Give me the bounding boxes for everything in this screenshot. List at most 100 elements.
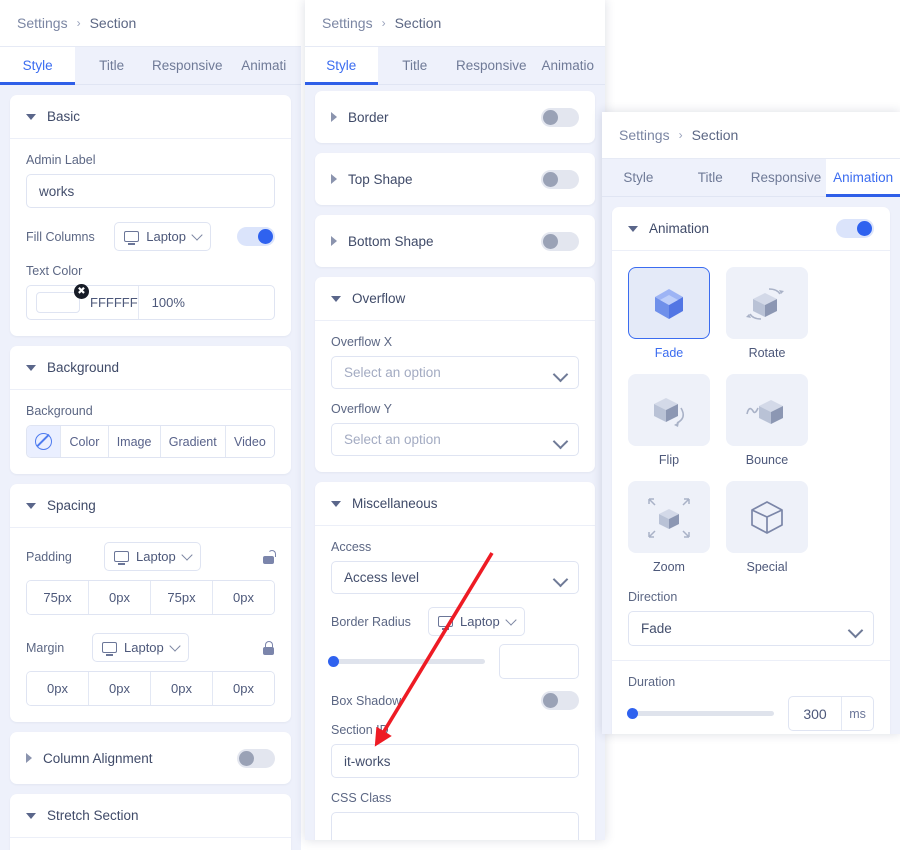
animation-preset-zoom[interactable]: Zoom bbox=[628, 481, 710, 574]
box-shadow-toggle[interactable] bbox=[541, 691, 579, 710]
section-basic-header[interactable]: Basic bbox=[10, 95, 291, 139]
tab-title[interactable]: Title bbox=[378, 47, 452, 84]
tab-responsive[interactable]: Responsive bbox=[452, 47, 531, 84]
padding-left-input[interactable]: 0px bbox=[213, 581, 274, 614]
section-id-input[interactable]: it-works bbox=[331, 744, 579, 778]
chevron-down-icon[interactable] bbox=[26, 364, 36, 371]
background-option-color[interactable]: Color bbox=[61, 426, 109, 457]
chevron-down-icon[interactable] bbox=[26, 113, 36, 120]
animation-toggle[interactable] bbox=[836, 219, 874, 238]
tab-title[interactable]: Title bbox=[675, 159, 746, 196]
background-option-gradient[interactable]: Gradient bbox=[160, 426, 226, 457]
animation-preset-rotate[interactable]: Rotate bbox=[726, 267, 808, 360]
duration-slider[interactable] bbox=[627, 707, 774, 721]
section-miscellaneous-header[interactable]: Miscellaneous bbox=[315, 482, 595, 526]
section-stretch-section-header[interactable]: Stretch Section bbox=[10, 794, 291, 838]
tab-animation[interactable]: Animati bbox=[227, 47, 301, 84]
border-radius-slider[interactable] bbox=[328, 655, 485, 669]
animation-preset-special[interactable]: Special bbox=[726, 481, 808, 574]
fill-columns-device-select[interactable]: Laptop bbox=[114, 222, 211, 251]
chevron-down-icon[interactable] bbox=[331, 500, 341, 507]
chevron-right-icon[interactable] bbox=[26, 753, 32, 763]
section-animation-header[interactable]: Animation bbox=[612, 207, 890, 251]
margin-right-input[interactable]: 0px bbox=[89, 672, 151, 705]
settings-scroll-area[interactable]: Animation Fade Rotate Flip Bounce Zoom S… bbox=[602, 197, 900, 734]
bottom-shape-toggle[interactable] bbox=[541, 231, 579, 251]
border-radius-device-select[interactable]: Laptop bbox=[428, 607, 525, 636]
padding-device-select[interactable]: Laptop bbox=[104, 542, 201, 571]
cube-rotate-icon[interactable] bbox=[726, 267, 808, 339]
margin-device-select[interactable]: Laptop bbox=[92, 633, 189, 662]
text-color-hex-value[interactable]: FFFFFF bbox=[90, 295, 138, 310]
animation-preset-flip[interactable]: Flip bbox=[628, 374, 710, 467]
chevron-down-icon[interactable] bbox=[331, 295, 341, 302]
breadcrumb-leaf[interactable]: Section bbox=[395, 15, 442, 31]
overflow-y-select[interactable]: Select an option bbox=[331, 423, 579, 456]
slider-thumb[interactable] bbox=[627, 708, 638, 719]
tab-animation[interactable]: Animatio bbox=[531, 47, 605, 84]
section-top-shape-header[interactable]: Top Shape bbox=[315, 153, 595, 205]
breadcrumb-leaf[interactable]: Section bbox=[90, 15, 137, 31]
background-option-video[interactable]: Video bbox=[225, 426, 274, 457]
animation-preset-bounce[interactable]: Bounce bbox=[726, 374, 808, 467]
settings-scroll-area[interactable]: Basic Admin Label works Fill Columns Lap… bbox=[0, 85, 301, 850]
margin-bottom-input[interactable]: 0px bbox=[151, 672, 213, 705]
direction-select[interactable]: Fade bbox=[628, 611, 874, 646]
breadcrumb-root[interactable]: Settings bbox=[619, 127, 670, 143]
chevron-down-icon[interactable] bbox=[26, 502, 36, 509]
slider-thumb[interactable] bbox=[328, 656, 339, 667]
text-color-opacity-value[interactable]: 100% bbox=[139, 286, 274, 319]
tab-title[interactable]: Title bbox=[75, 47, 148, 84]
overflow-x-select[interactable]: Select an option bbox=[331, 356, 579, 389]
breadcrumb-root[interactable]: Settings bbox=[322, 15, 373, 31]
margin-left-input[interactable]: 0px bbox=[213, 672, 274, 705]
section-column-alignment-header[interactable]: Column Alignment bbox=[10, 732, 291, 784]
tab-style[interactable]: Style bbox=[0, 47, 76, 85]
section-spacing-header[interactable]: Spacing bbox=[10, 484, 291, 528]
section-background-header[interactable]: Background bbox=[10, 346, 291, 390]
border-radius-input[interactable] bbox=[498, 644, 579, 679]
tab-style[interactable]: Style bbox=[305, 47, 378, 85]
color-swatch[interactable]: ✖ bbox=[36, 284, 89, 313]
css-class-input[interactable] bbox=[331, 812, 579, 840]
tab-responsive[interactable]: Responsive bbox=[746, 159, 826, 196]
breadcrumb-leaf[interactable]: Section bbox=[692, 127, 739, 143]
cube-bounce-icon[interactable] bbox=[726, 374, 808, 446]
animation-preset-fade[interactable]: Fade bbox=[628, 267, 710, 360]
cube-special-icon[interactable] bbox=[726, 481, 808, 553]
cube-flip-icon[interactable] bbox=[628, 374, 710, 446]
slider-track bbox=[628, 711, 774, 716]
chevron-down-icon[interactable] bbox=[26, 812, 36, 819]
chevron-right-icon[interactable] bbox=[331, 174, 337, 184]
section-overflow-header[interactable]: Overflow bbox=[315, 277, 595, 321]
clear-color-icon[interactable]: ✖ bbox=[74, 284, 89, 299]
cube-zoom-icon[interactable] bbox=[628, 481, 710, 553]
margin-lock-icon[interactable] bbox=[262, 640, 275, 655]
margin-top-input[interactable]: 0px bbox=[27, 672, 89, 705]
fill-columns-toggle[interactable] bbox=[237, 227, 275, 246]
background-option-image[interactable]: Image bbox=[108, 426, 161, 457]
padding-bottom-input[interactable]: 75px bbox=[151, 581, 213, 614]
section-border-header[interactable]: Border bbox=[315, 91, 595, 143]
background-option-none[interactable] bbox=[27, 426, 62, 457]
duration-value[interactable]: 300 bbox=[789, 697, 843, 730]
tab-responsive[interactable]: Responsive bbox=[148, 47, 227, 84]
chevron-right-icon[interactable] bbox=[331, 112, 337, 122]
settings-scroll-area[interactable]: Border Top Shape Bottom Shape Overflow O… bbox=[305, 85, 605, 840]
section-bottom-shape-header[interactable]: Bottom Shape bbox=[315, 215, 595, 267]
chevron-right-icon[interactable] bbox=[331, 236, 337, 246]
tab-animation[interactable]: Animation bbox=[826, 159, 900, 197]
cube-fade-icon[interactable] bbox=[628, 267, 710, 339]
padding-unlock-icon[interactable] bbox=[262, 549, 276, 564]
admin-label-input[interactable]: works bbox=[26, 174, 275, 208]
top-shape-toggle[interactable] bbox=[541, 169, 579, 189]
tab-style[interactable]: Style bbox=[602, 159, 675, 196]
breadcrumb-root[interactable]: Settings bbox=[17, 15, 68, 31]
text-color-swatch-group[interactable]: ✖ FFFFFF bbox=[27, 284, 139, 319]
column-alignment-toggle[interactable] bbox=[237, 748, 275, 768]
border-toggle[interactable] bbox=[541, 107, 579, 127]
padding-right-input[interactable]: 0px bbox=[89, 581, 151, 614]
access-level-select[interactable]: Access level bbox=[331, 561, 579, 594]
padding-top-input[interactable]: 75px bbox=[27, 581, 89, 614]
chevron-down-icon[interactable] bbox=[628, 225, 638, 232]
